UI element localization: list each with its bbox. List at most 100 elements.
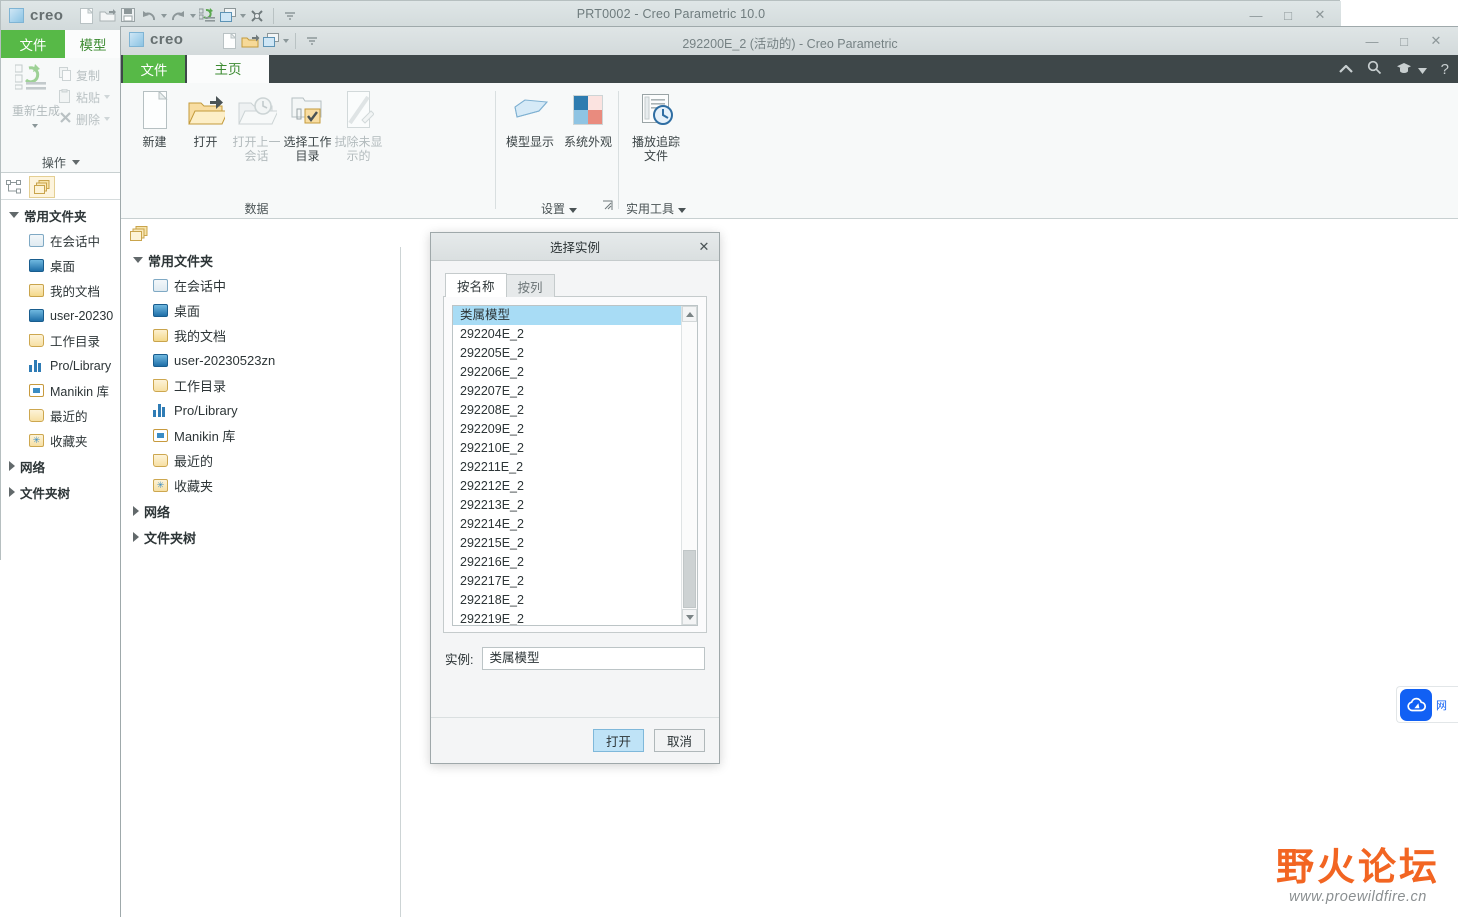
delete-button[interactable]: 删除 xyxy=(59,108,121,130)
list-item[interactable]: 292219E_2 xyxy=(453,610,681,625)
tree-item-in-session[interactable]: 在会话中 xyxy=(1,228,121,253)
background-tab-file[interactable]: 文件 xyxy=(1,30,65,58)
close-icon[interactable]: ✕ xyxy=(695,238,713,256)
tree-item-computer[interactable]: user-20230 xyxy=(1,303,121,328)
list-item[interactable]: 292204E_2 xyxy=(453,325,681,344)
list-item[interactable]: 292216E_2 xyxy=(453,553,681,572)
chevron-down-icon[interactable] xyxy=(133,257,143,263)
dialog-open-button[interactable]: 打开 xyxy=(592,729,644,752)
tree-item-recent[interactable]: 最近的 xyxy=(1,403,121,428)
settings-dropdown-icon[interactable] xyxy=(569,202,577,216)
list-item[interactable]: 292214E_2 xyxy=(453,515,681,534)
background-maximize-button[interactable]: □ xyxy=(1273,4,1303,26)
foreground-maximize-button[interactable]: □ xyxy=(1389,30,1419,52)
model-tree-icon[interactable] xyxy=(1,176,27,198)
paste-dropdown-icon[interactable] xyxy=(104,95,111,99)
tab-home[interactable]: 主页 xyxy=(187,55,269,83)
open-button[interactable]: 打开 xyxy=(180,89,231,149)
foreground-close-button[interactable]: ✕ xyxy=(1421,30,1451,52)
folders-icon[interactable] xyxy=(126,223,152,245)
list-item[interactable]: 292218E_2 xyxy=(453,591,681,610)
model-display-button[interactable]: 模型显示 xyxy=(503,89,557,149)
utilities-dropdown-icon[interactable] xyxy=(678,202,686,216)
scrollbar-thumb[interactable] xyxy=(683,550,696,608)
nav-root-folder-tree[interactable]: 文件夹树 xyxy=(121,524,400,550)
list-item[interactable]: 292212E_2 xyxy=(453,477,681,496)
search-icon[interactable] xyxy=(1367,60,1382,78)
list-item[interactable]: 292215E_2 xyxy=(453,534,681,553)
foreground-window-controls[interactable]: — □ ✕ xyxy=(1357,30,1451,52)
nav-item-recent[interactable]: 最近的 xyxy=(121,448,400,473)
nav-item-in-session[interactable]: 在会话中 xyxy=(121,273,400,298)
instance-list[interactable]: 类属模型 292204E_2 292205E_2 292206E_2 29220… xyxy=(453,306,681,625)
background-window-controls[interactable]: — □ ✕ xyxy=(1241,4,1335,26)
tree-root-network[interactable]: 网络 xyxy=(1,453,121,479)
tree-item-desktop[interactable]: 桌面 xyxy=(1,253,121,278)
list-item[interactable]: 292213E_2 xyxy=(453,496,681,515)
operations-dropdown-icon[interactable] xyxy=(72,154,81,168)
nav-item-my-documents[interactable]: 我的文档 xyxy=(121,323,400,348)
chevron-right-icon[interactable] xyxy=(9,487,15,497)
tree-root-folder-tree[interactable]: 文件夹树 xyxy=(1,479,121,505)
select-working-directory-button[interactable]: 选择工作 目录 xyxy=(282,89,333,163)
tree-item-working-directory[interactable]: 工作目录 xyxy=(1,328,121,353)
chevron-right-icon[interactable] xyxy=(133,532,139,542)
navigator-panelbar[interactable] xyxy=(121,220,401,247)
play-trail-file-button[interactable]: 播放追踪 文件 xyxy=(626,89,686,163)
cloud-widget[interactable]: 网 xyxy=(1396,686,1458,723)
nav-item-computer[interactable]: user-20230523zn xyxy=(121,348,400,373)
scroll-down-button[interactable] xyxy=(682,609,697,625)
ribbon-tools[interactable]: ? xyxy=(1338,55,1449,83)
paste-button[interactable]: 粘贴 xyxy=(59,86,121,108)
learning-icon[interactable] xyxy=(1396,62,1412,77)
regenerate-dropdown-icon[interactable] xyxy=(32,124,38,128)
chevron-down-icon[interactable] xyxy=(9,212,19,218)
dialog-tabs[interactable]: 按名称 按列 xyxy=(445,273,707,297)
list-item[interactable]: 292209E_2 xyxy=(453,420,681,439)
list-item[interactable]: 292217E_2 xyxy=(453,572,681,591)
new-button[interactable]: 新建 xyxy=(129,89,180,149)
nav-root-network[interactable]: 网络 xyxy=(121,498,400,524)
list-item[interactable]: 292208E_2 xyxy=(453,401,681,420)
list-item[interactable]: 292210E_2 xyxy=(453,439,681,458)
tab-file[interactable]: 文件 xyxy=(123,55,185,83)
nav-item-pro-library[interactable]: Pro/Library xyxy=(121,398,400,423)
system-appearance-button[interactable]: 系统外观 xyxy=(561,89,615,149)
background-navigator-tabs[interactable] xyxy=(1,174,121,200)
background-close-button[interactable]: ✕ xyxy=(1305,4,1335,26)
background-ribbon-tabs[interactable]: 文件 模型 xyxy=(1,30,121,58)
regenerate-button[interactable]: 重新生成 xyxy=(5,102,67,119)
folder-browser-icon[interactable] xyxy=(29,175,55,198)
learning-dropdown-icon[interactable] xyxy=(1417,62,1427,77)
settings-dialog-launcher-icon[interactable] xyxy=(602,198,613,216)
help-icon[interactable]: ? xyxy=(1441,61,1449,78)
scrollbar-track[interactable] xyxy=(682,322,697,609)
list-item[interactable]: 类属模型 xyxy=(453,306,681,325)
chevron-right-icon[interactable] xyxy=(9,461,15,471)
tree-root-common-folders[interactable]: 常用文件夹 xyxy=(1,202,121,228)
copy-button[interactable]: 复制 xyxy=(59,64,121,86)
delete-dropdown-icon[interactable] xyxy=(104,117,111,121)
list-item[interactable]: 292205E_2 xyxy=(453,344,681,363)
list-item[interactable]: 292207E_2 xyxy=(453,382,681,401)
learning-connector[interactable] xyxy=(1396,62,1427,77)
collapse-ribbon-icon[interactable] xyxy=(1338,62,1353,77)
nav-item-desktop[interactable]: 桌面 xyxy=(121,298,400,323)
tree-item-favorites[interactable]: ✳ 收藏夹 xyxy=(1,428,121,453)
instance-input[interactable]: 类属模型 xyxy=(482,647,705,670)
dialog-cancel-button[interactable]: 取消 xyxy=(653,729,705,752)
list-item[interactable]: 292206E_2 xyxy=(453,363,681,382)
erase-not-displayed-button[interactable]: 拭除未显 示的 xyxy=(333,89,384,163)
background-minimize-button[interactable]: — xyxy=(1241,4,1271,26)
instance-listbox[interactable]: 类属模型 292204E_2 292205E_2 292206E_2 29220… xyxy=(452,305,698,626)
scroll-up-button[interactable] xyxy=(682,306,697,322)
chevron-right-icon[interactable] xyxy=(133,506,139,516)
tab-by-column[interactable]: 按列 xyxy=(505,274,555,297)
open-last-session-button[interactable]: 打开上一 会话 xyxy=(231,89,282,163)
list-vertical-scrollbar[interactable] xyxy=(681,306,697,625)
nav-item-manikin-library[interactable]: Manikin 库 xyxy=(121,423,400,448)
list-item[interactable]: 292211E_2 xyxy=(453,458,681,477)
nav-root-common-folders[interactable]: 常用文件夹 xyxy=(121,247,400,273)
tree-item-pro-library[interactable]: Pro/Library xyxy=(1,353,121,378)
background-tab-model[interactable]: 模型 xyxy=(65,30,121,58)
